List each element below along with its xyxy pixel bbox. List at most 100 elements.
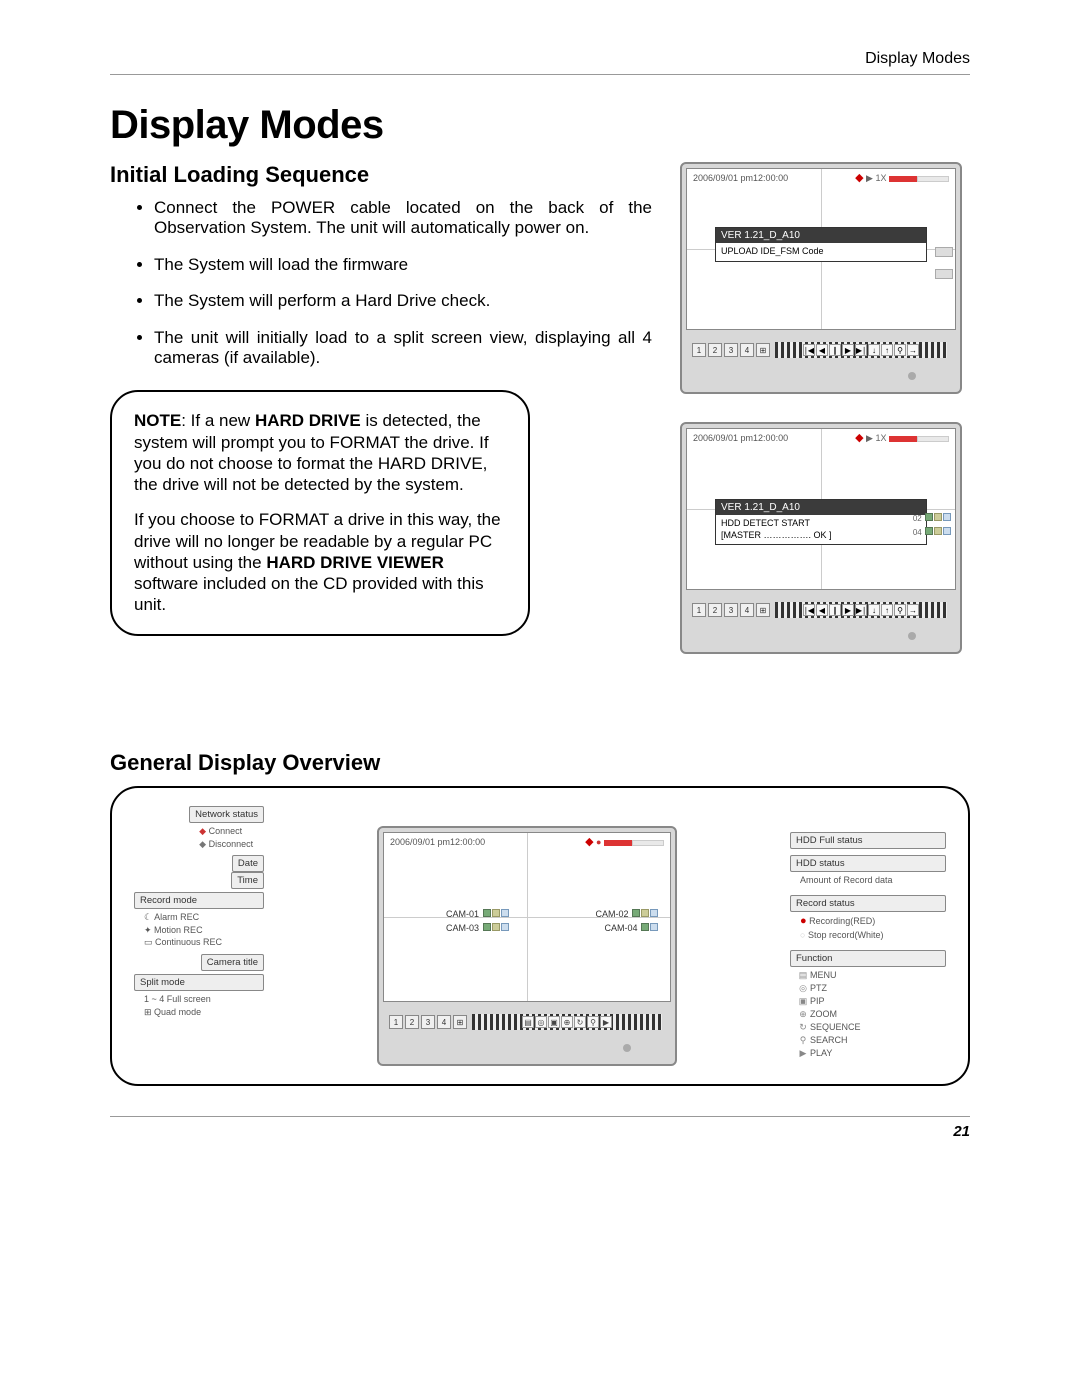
play-icon: ▶ [842, 344, 854, 356]
monitor-illustration-2: 2006/09/01 pm12:00:00 ◆ ▶ 1X VER 1.21_D_… [680, 422, 962, 654]
channel-button-3: 3 [421, 1015, 435, 1029]
page-number: 21 [110, 1123, 970, 1140]
cam-04-label: CAM-04 [604, 923, 658, 933]
section-heading-1: Initial Loading Sequence [110, 162, 652, 188]
hdd-detect-body: HDD DETECT START [MASTER ……………. OK ] [716, 515, 926, 544]
func-pip: ▣PIP [798, 995, 942, 1008]
net-disconnect-icon: ◆ Disconnect [199, 838, 260, 851]
quad-button: ⊞ [453, 1015, 467, 1029]
bullet-3: The System will perform a Hard Drive che… [154, 291, 652, 311]
version-header-2: VER 1.21_D_A10 [716, 500, 926, 515]
channel-button-2: 2 [708, 343, 722, 357]
right-tag-04: 04 [913, 527, 951, 537]
bullet-list: Connect the POWER cable located on the b… [110, 198, 652, 368]
cam-01-label: CAM-01 [446, 909, 509, 919]
breadcrumb: Display Modes [110, 50, 970, 75]
play-icon: ▶ [600, 1016, 612, 1028]
pause-icon: ∥ [829, 344, 841, 356]
stop-white-icon: ○ Stop record(White) [800, 929, 942, 942]
version-header-1: VER 1.21_D_A10 [716, 228, 926, 243]
timestamp-1: 2006/09/01 pm12:00:00 [693, 173, 788, 183]
full-screen-label: 1 ~ 4 Full screen [144, 993, 260, 1006]
ov-control-bar: 1 2 3 4 ⊞ ▤ ◎ ▣ ⊕ ↻ ⚲ ▶ [383, 1014, 671, 1030]
pause-icon: ∥ [829, 604, 841, 616]
label-hdd-status: HDD status [790, 855, 946, 872]
label-split-mode: Split mode [134, 974, 264, 991]
quad-button: ⊞ [756, 603, 770, 617]
overview-monitor: 2006/09/01 pm12:00:00 ◆ ● CAM-01 CAM-02 … [377, 826, 677, 1066]
label-hdd-full: HDD Full status [790, 832, 946, 849]
search-icon: ⚲ [587, 1016, 599, 1028]
func-ptz: ◎PTZ [798, 982, 942, 995]
ov-top-right: ◆ ● [585, 835, 664, 848]
recording-red-icon: ● Recording(RED) [800, 914, 942, 929]
note-label: NOTE [134, 411, 181, 430]
zoom-icon: ⊕ [561, 1016, 573, 1028]
viewer-strong: HARD DRIVE VIEWER [266, 553, 444, 572]
power-knob-icon [908, 632, 916, 640]
channel-button-2: 2 [405, 1015, 419, 1029]
timestamp-2: 2006/09/01 pm12:00:00 [693, 433, 788, 443]
label-network-status: Network status [189, 806, 264, 823]
section-heading-2: General Display Overview [110, 750, 970, 776]
footer-rule [110, 1116, 970, 1117]
hard-drive-strong: HARD DRIVE [255, 411, 361, 430]
down-icon: ↓ [868, 344, 880, 356]
func-search: ⚲SEARCH [798, 1034, 942, 1047]
channel-button-1: 1 [692, 343, 706, 357]
note-paragraph-1: NOTE: If a new HARD DRIVE is detected, t… [134, 410, 506, 495]
control-bar-2: 1 2 3 4 ⊞ ∣◀ ◀ ∥ ▶ ▶∣ ↓ ↑ ⚲ → [686, 602, 956, 618]
channel-button-4: 4 [437, 1015, 451, 1029]
channel-button-3: 3 [724, 603, 738, 617]
note-box: NOTE: If a new HARD DRIVE is detected, t… [110, 390, 530, 635]
next-end-icon: ▶∣ [855, 604, 867, 616]
bullet-1: Connect the POWER cable located on the b… [154, 198, 652, 239]
ov-timestamp: 2006/09/01 pm12:00:00 [390, 837, 485, 847]
quad-button: ⊞ [756, 343, 770, 357]
quad-mode-label: ⊞ Quad mode [144, 1006, 260, 1019]
control-bar-1: 1 2 3 4 ⊞ ∣◀ ◀ ∥ ▶ ▶∣ ↓ ↑ ⚲ → [686, 342, 956, 358]
channel-button-4: 4 [740, 603, 754, 617]
channel-button-1: 1 [692, 603, 706, 617]
label-camera-title: Camera title [201, 954, 264, 971]
channel-button-3: 3 [724, 343, 738, 357]
pip-icon: ▣ [548, 1016, 560, 1028]
play-icon: ▶ [842, 604, 854, 616]
bullet-4: The unit will initially load to a split … [154, 328, 652, 369]
label-time: Time [231, 872, 264, 889]
top-right-status-2: ◆ ▶ 1X [855, 431, 949, 444]
prev-start-icon: ∣◀ [803, 344, 815, 356]
top-right-status-1: ◆ ▶ 1X [855, 171, 949, 184]
up-icon: ↑ [881, 344, 893, 356]
func-menu: ▤MENU [798, 969, 942, 982]
label-date: Date [232, 855, 264, 872]
power-knob-icon [908, 372, 916, 380]
alarm-rec-icon: ☾ Alarm REC [144, 911, 260, 924]
cam-03-label: CAM-03 [446, 923, 509, 933]
zoom-icon: ⚲ [894, 604, 906, 616]
overview-diagram: Network status ◆ Connect ◆ Disconnect Da… [110, 786, 970, 1086]
upload-body-1: UPLOAD IDE_FSM Code [716, 243, 926, 261]
hdd-status-sub: Amount of Record data [790, 872, 946, 889]
up-icon: ↑ [881, 604, 893, 616]
label-function: Function [790, 950, 946, 967]
label-record-mode: Record mode [134, 892, 264, 909]
next-end-icon: ▶∣ [855, 344, 867, 356]
continuous-rec-icon: ▭ Continuous REC [144, 936, 260, 949]
down-icon: ↓ [868, 604, 880, 616]
note-paragraph-2: If you choose to FORMAT a drive in this … [134, 509, 506, 615]
next-icon: → [907, 344, 919, 356]
prev-start-icon: ∣◀ [803, 604, 815, 616]
menu-icon: ▤ [522, 1016, 534, 1028]
bullet-2: The System will load the firmware [154, 255, 652, 275]
func-play: ▶PLAY [798, 1047, 942, 1060]
channel-button-4: 4 [740, 343, 754, 357]
channel-button-1: 1 [389, 1015, 403, 1029]
film-strip: ∣◀ ◀ ∥ ▶ ▶∣ ↓ ↑ ⚲ → [775, 602, 947, 618]
channel-button-2: 2 [708, 603, 722, 617]
rewind-icon: ◀ [816, 344, 828, 356]
func-zoom: ⊕ZOOM [798, 1008, 942, 1021]
page-title: Display Modes [110, 103, 970, 148]
ptz-icon: ◎ [535, 1016, 547, 1028]
monitor-illustration-1: 2006/09/01 pm12:00:00 ◆ ▶ 1X VER 1.21_D_… [680, 162, 962, 394]
